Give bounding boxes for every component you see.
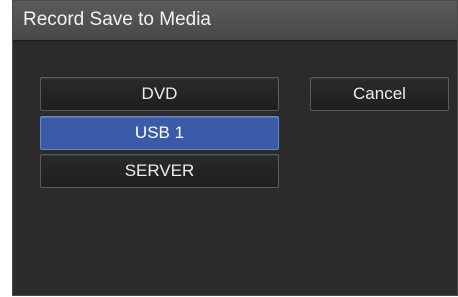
dialog-titlebar: Record Save to Media xyxy=(13,1,457,41)
media-option-dvd-button[interactable]: DVD xyxy=(40,77,279,111)
media-option-server-button[interactable]: SERVER xyxy=(40,154,279,188)
dialog-title: Record Save to Media xyxy=(23,9,211,30)
record-save-dialog: Record Save to Media DVD USB 1 SERVER Ca… xyxy=(12,0,458,296)
cancel-button[interactable]: Cancel xyxy=(310,77,449,111)
media-option-usb1-button[interactable]: USB 1 xyxy=(40,116,279,150)
